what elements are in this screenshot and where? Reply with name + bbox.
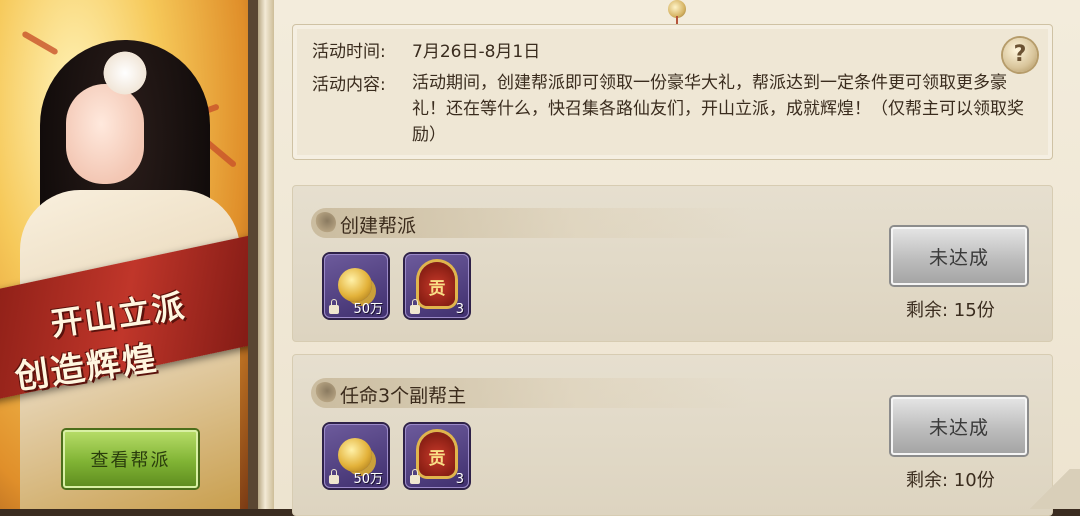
task-title: 任命3个副帮主 — [340, 385, 467, 407]
lock-icon — [329, 299, 339, 314]
swirl-icon — [314, 212, 336, 234]
contribution-badge-icon: 贡 — [419, 262, 455, 306]
swirl-icon — [314, 382, 336, 404]
reward-quantity: 3 — [455, 302, 464, 317]
reward-quantity: 3 — [455, 472, 464, 487]
reward-quantity: 50万 — [353, 302, 383, 317]
lock-icon — [329, 469, 339, 484]
reward-item-contribution[interactable]: 贡 3 — [405, 424, 469, 488]
reward-item-contribution[interactable]: 贡 3 — [405, 254, 469, 318]
activity-content-value: 活动期间，创建帮派即可领取一份豪华大礼，帮派达到一定条件更可领取更多豪礼！还在等… — [412, 73, 1024, 145]
hair-flower-ornament — [100, 48, 150, 98]
lock-icon — [410, 299, 420, 314]
badge-glyph: 贡 — [428, 279, 446, 299]
petal-decoration — [21, 30, 59, 56]
promo-banner: 开山立派 创造辉煌 查看帮派 — [0, 0, 248, 509]
remaining-count: 剩余: 15份 — [906, 300, 995, 321]
activity-time-value: 7月26日-8月1日 — [412, 42, 541, 62]
activity-content-label: 活动内容: — [312, 75, 386, 95]
reward-item-coins[interactable]: 50万 — [324, 424, 388, 488]
reward-item-coins[interactable]: 50万 — [324, 254, 388, 318]
frame-divider — [248, 0, 258, 509]
coin-stack-icon — [338, 268, 372, 302]
activity-time-label: 活动时间: — [312, 42, 386, 62]
scroll-rod-left — [258, 0, 274, 509]
character-face — [66, 84, 144, 184]
coin-stack-icon — [338, 438, 372, 472]
task-status-button[interactable]: 未达成 — [891, 227, 1027, 285]
reward-quantity: 50万 — [353, 472, 383, 487]
task-status-button[interactable]: 未达成 — [891, 397, 1027, 455]
badge-glyph: 贡 — [428, 449, 446, 469]
view-guild-button[interactable]: 查看帮派 — [63, 430, 198, 488]
task-title: 创建帮派 — [340, 215, 417, 237]
lock-icon — [410, 469, 420, 484]
remaining-count: 剩余: 10份 — [906, 470, 995, 491]
contribution-badge-icon: 贡 — [419, 432, 455, 476]
help-icon[interactable]: ? — [1003, 38, 1037, 72]
page-curl-corner — [1020, 469, 1080, 509]
